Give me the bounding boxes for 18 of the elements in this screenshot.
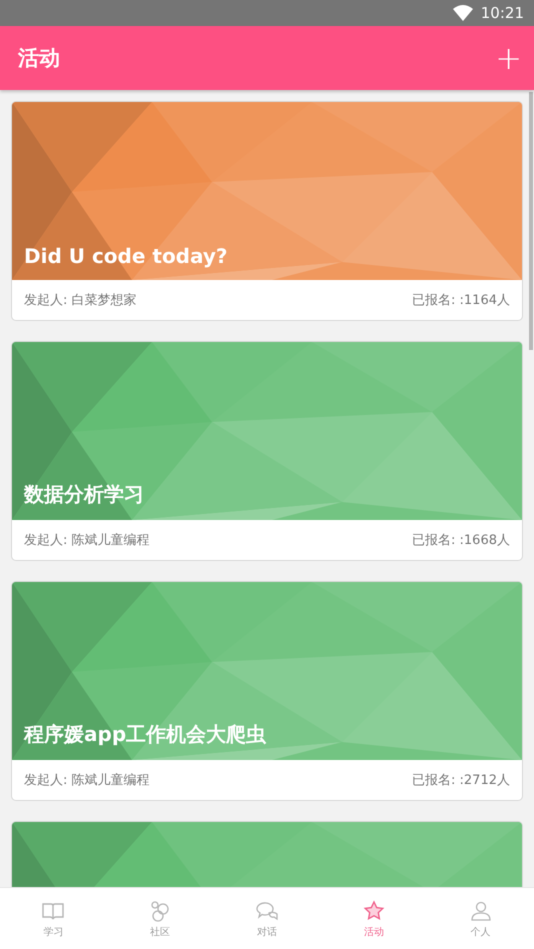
organizer-text: 发起人: 白菜梦想家 bbox=[24, 292, 137, 309]
tab[interactable]: 对话 bbox=[214, 888, 320, 949]
event-title: 程序媛app工作机会大爬虫 bbox=[24, 721, 266, 748]
signup-count: 已报名: :1668人 bbox=[412, 532, 510, 549]
add-button[interactable]: + bbox=[491, 39, 526, 77]
event-title: Did U code today? bbox=[24, 244, 228, 268]
tab[interactable]: 学习 bbox=[0, 888, 107, 949]
organizer-text: 发起人: 陈斌儿童编程 bbox=[24, 772, 150, 789]
page-title: 活动 bbox=[18, 45, 60, 72]
wifi-icon bbox=[452, 5, 473, 21]
tab[interactable]: 个人 bbox=[427, 888, 534, 949]
organizer-text: 发起人: 陈斌儿童编程 bbox=[24, 532, 150, 549]
signup-count: 已报名: :1164人 bbox=[412, 292, 510, 309]
tab[interactable]: 活动 bbox=[320, 888, 428, 949]
tab[interactable]: 社区 bbox=[106, 888, 214, 949]
event-title: 数据分析学习 bbox=[24, 481, 144, 508]
signup-count: 已报名: :2712人 bbox=[412, 772, 510, 789]
clock: 10:21 bbox=[480, 4, 524, 22]
